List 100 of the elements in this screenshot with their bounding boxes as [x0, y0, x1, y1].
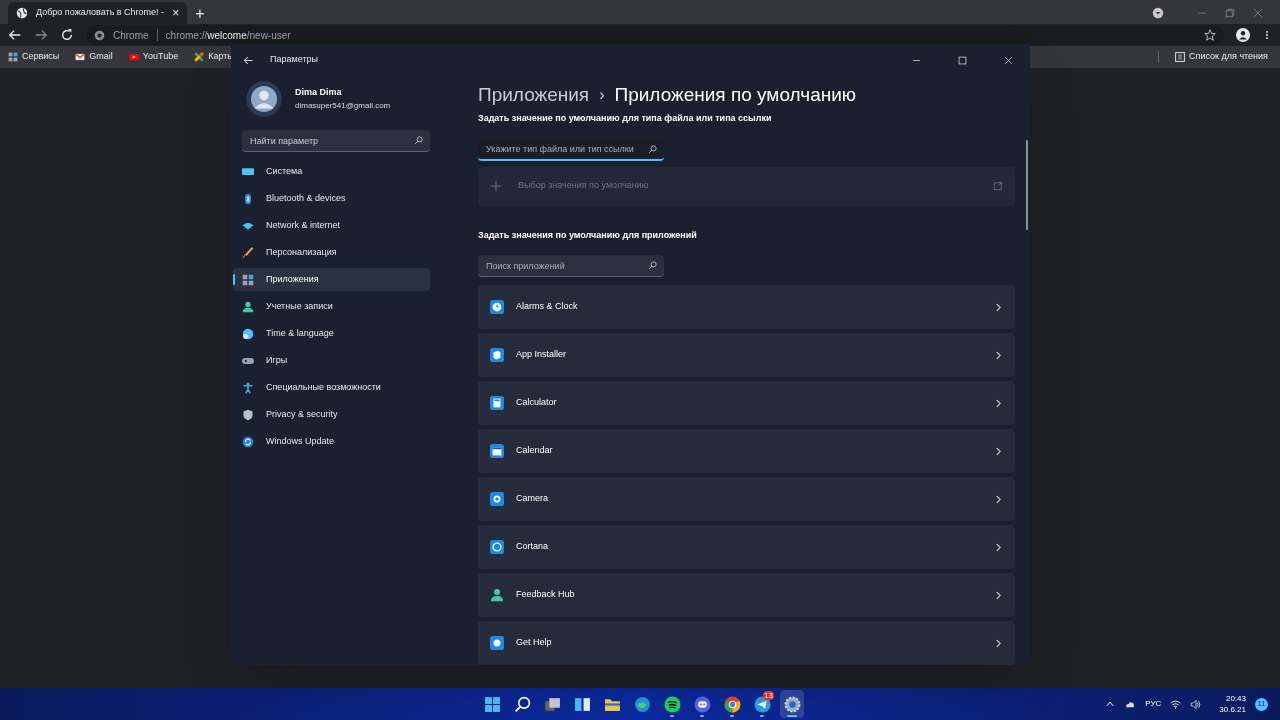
app-row[interactable]: App Installer [478, 333, 1015, 377]
chrome-icon [723, 695, 741, 713]
nav-label: Система [266, 164, 303, 178]
map-pin-icon [194, 52, 205, 62]
person-icon [490, 588, 504, 602]
open-external-icon [993, 181, 1003, 192]
stacked-windows-icon [543, 695, 561, 713]
clock-date[interactable]: 30.6.21 [1219, 704, 1246, 715]
unread-badge: 13 [763, 691, 774, 700]
nav-label: Специальные возможности [266, 380, 381, 394]
chevron-right-icon [994, 350, 1003, 360]
app-name: Calculator [516, 396, 558, 410]
language-indicator[interactable]: РУС [1145, 698, 1162, 710]
package-icon [490, 348, 504, 362]
chevron-right-icon [994, 302, 1003, 312]
site-label: Chrome [113, 28, 149, 43]
bookmark-link[interactable]: Сервисы [8, 50, 60, 64]
ring-icon [490, 540, 504, 554]
chevron-right-icon [994, 446, 1003, 456]
search-field[interactable]: Поиск приложений [478, 255, 664, 277]
section-heading: Задать значение по умолчанию для типа файла или типа ссылки [478, 112, 773, 126]
bookmark-link[interactable]: YouTube [128, 50, 179, 64]
reading-list-link[interactable]: Список для чтения [1175, 50, 1272, 64]
globe-icon [16, 7, 28, 19]
nav-label: Учетные записи [266, 299, 333, 313]
help-icon [490, 636, 504, 650]
new-tab-button[interactable]: + [195, 6, 205, 22]
globe-clock-icon [242, 327, 254, 340]
user-email: dimasuper541@gmail.com [295, 99, 391, 112]
back-icon [8, 28, 22, 42]
app-name: Calendar [516, 444, 554, 458]
choose-default-label: Выбор значения по умолчанию [518, 179, 650, 193]
nav-item[interactable]: Специальные возможности [233, 376, 430, 399]
chrome-site-icon [94, 29, 105, 41]
nav-item[interactable]: Персонализация [233, 241, 430, 264]
star-icon [1204, 29, 1216, 41]
chevron-right-icon [994, 494, 1003, 504]
forward-icon [34, 28, 48, 42]
nav-label: Time & language [266, 326, 334, 340]
speaker-icon [1190, 698, 1203, 710]
apps-grid-icon [242, 273, 254, 286]
nav-item[interactable]: Система [233, 160, 430, 183]
search-field[interactable]: Укажите тип файла или тип ссылки [478, 138, 664, 161]
dropdown-icon [1152, 7, 1164, 19]
close-icon [1252, 7, 1264, 19]
app-row[interactable]: Feedback Hub [478, 573, 1015, 617]
user-name: Dima Dima [295, 86, 343, 100]
app-row[interactable]: Cortana [478, 525, 1015, 569]
nav-item[interactable]: Учетные записи [233, 295, 430, 318]
browser-tab[interactable]: Добро пожаловать в Chrome! - × [8, 2, 188, 24]
app-row[interactable]: Get Help [478, 621, 1015, 665]
search-icon [648, 261, 657, 270]
start-icon [483, 695, 501, 713]
nav-label: Windows Update [266, 434, 335, 448]
nav-item[interactable]: Windows Update [233, 430, 430, 453]
search-icon [513, 695, 531, 713]
nav-item[interactable]: Bluetooth & devices [233, 187, 430, 210]
chevron-up-icon [1105, 699, 1116, 709]
clock-time[interactable]: 20:43 [1225, 693, 1246, 704]
chevron-right-icon [994, 398, 1003, 408]
search-field[interactable]: Найти параметр [242, 130, 430, 152]
chevron-right-icon [994, 638, 1003, 648]
scrollbar[interactable] [1026, 140, 1028, 230]
app-name: Feedback Hub [516, 588, 576, 602]
update-icon [242, 435, 254, 448]
plus-icon [490, 180, 502, 193]
paper-plane-icon [753, 695, 771, 713]
calendar-icon [490, 444, 504, 458]
app-name: Cortana [516, 540, 550, 554]
app-row[interactable]: Camera [478, 477, 1015, 521]
restore-icon [1224, 7, 1236, 19]
nav-label: Игры [266, 353, 288, 367]
nav-item[interactable]: Privacy & security [233, 403, 430, 426]
taskbar-button[interactable] [780, 690, 804, 718]
breadcrumb-parent-link[interactable]: Приложения [478, 80, 590, 110]
calculator-icon [490, 396, 504, 410]
app-row[interactable]: Alarms & Clock [478, 285, 1015, 329]
chevron-right-icon [994, 542, 1003, 552]
bookmark-link[interactable]: Gmail [75, 50, 113, 64]
search-icon [414, 136, 423, 145]
chevron-right-icon [994, 590, 1003, 600]
cloud-icon [1124, 699, 1137, 709]
address-bar[interactable]: Chrome chrome://welcome/new-user [86, 25, 1224, 45]
nav-item[interactable]: Приложения [233, 268, 430, 291]
app-row[interactable]: Calculator [478, 381, 1015, 425]
envelope-icon [75, 52, 86, 62]
nav-item[interactable]: Игры [233, 349, 430, 372]
taskbar-button[interactable]: 13 [750, 690, 774, 718]
page-title: Приложения по умолчанию [614, 82, 857, 107]
edge-icon [633, 695, 651, 713]
bluetooth-icon [242, 192, 254, 205]
close-tab-button[interactable]: × [172, 7, 180, 19]
account-icon [1236, 28, 1250, 42]
app-row[interactable]: Calendar [478, 429, 1015, 473]
nav-item[interactable]: Network & internet [233, 214, 430, 237]
app-name: Alarms & Clock [516, 300, 579, 314]
nav-item[interactable]: Time & language [233, 322, 430, 345]
reload-icon [60, 28, 74, 42]
app-name: App Installer [516, 348, 568, 362]
section-heading: Задать значения по умолчанию для приложений [478, 228, 698, 242]
